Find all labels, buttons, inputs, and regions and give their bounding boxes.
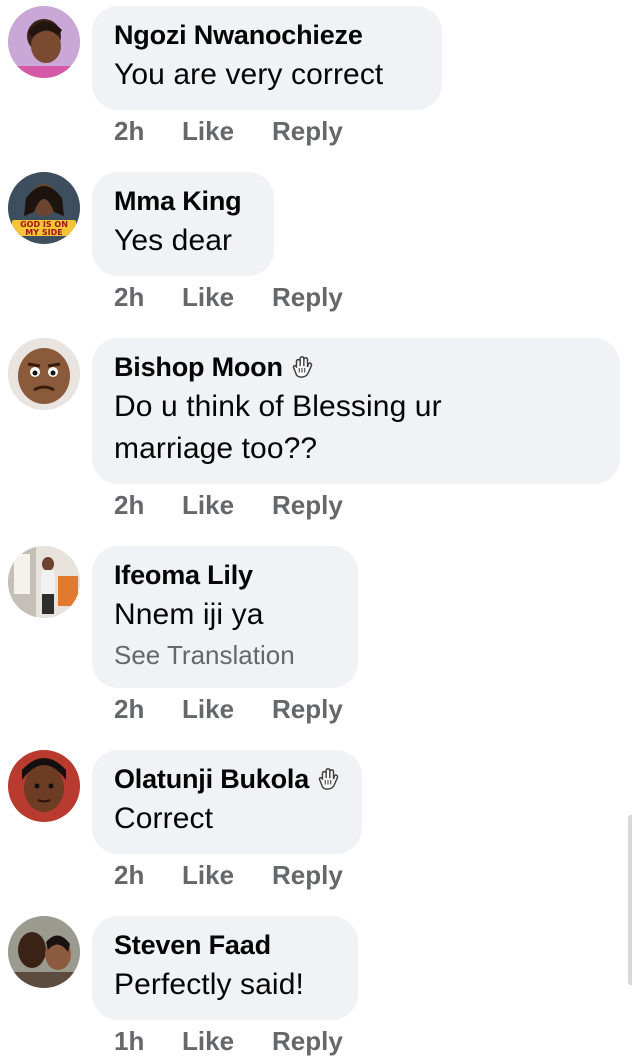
comment-actions: 2h Like Reply (114, 116, 343, 146)
avatar-image: GOD IS ON MY SIDE (8, 172, 80, 244)
comment-actions: 2h Like Reply (114, 694, 343, 724)
comment-text: Yes dear (114, 224, 233, 257)
commenter-name[interactable]: Bishop Moon (114, 350, 594, 384)
see-translation-link[interactable]: See Translation (114, 638, 332, 672)
comment-text: Nnem iji ya (114, 598, 264, 631)
reply-button[interactable]: Reply (272, 282, 343, 312)
comment-bubble: Ifeoma Lily Nnem iji ya See Translation (92, 546, 358, 688)
commenter-name-text[interactable]: Bishop Moon (114, 350, 283, 384)
avatar-image (8, 916, 80, 988)
commenter-name[interactable]: Olatunji Bukola (114, 762, 339, 796)
avatar-caption-line2: MY SIDE (25, 228, 62, 237)
comment-bubble: Bishop Moon Do u think of Blessing ur ma… (92, 338, 620, 484)
reply-button[interactable]: Reply (272, 860, 343, 890)
comment-text: Correct (114, 802, 214, 835)
comment-actions: 2h Like Reply (114, 282, 343, 312)
like-button[interactable]: Like (182, 860, 272, 890)
avatar-image (8, 546, 80, 618)
avatar-image (8, 338, 80, 410)
wave-hand-icon (291, 356, 313, 378)
like-button[interactable]: Like (182, 116, 272, 146)
avatar[interactable] (8, 338, 80, 410)
comment-bubble: Olatunji Bukola Correct (92, 750, 362, 854)
commenter-name[interactable]: Mma King (114, 184, 248, 218)
reply-button[interactable]: Reply (272, 1026, 343, 1056)
comment-timestamp[interactable]: 2h (114, 116, 182, 146)
scroll-indicator[interactable] (628, 815, 632, 985)
reply-button[interactable]: Reply (272, 490, 343, 520)
comment-actions: 2h Like Reply (114, 490, 343, 520)
comment-text: Do u think of Blessing ur marriage too?? (114, 390, 442, 465)
reply-button[interactable]: Reply (272, 694, 343, 724)
commenter-name-text[interactable]: Mma King (114, 184, 242, 218)
commenter-name-text[interactable]: Ifeoma Lily (114, 558, 253, 592)
comment-bubble: Mma King Yes dear (92, 172, 274, 276)
comment-timestamp[interactable]: 1h (114, 1026, 182, 1056)
wave-hand-icon (317, 768, 339, 790)
comment-timestamp[interactable]: 2h (114, 282, 182, 312)
like-button[interactable]: Like (182, 282, 272, 312)
comment-timestamp[interactable]: 2h (114, 860, 182, 890)
avatar[interactable] (8, 546, 80, 618)
like-button[interactable]: Like (182, 490, 272, 520)
comment-actions: 2h Like Reply (114, 860, 343, 890)
avatar-image (8, 6, 80, 78)
commenter-name[interactable]: Steven Faad (114, 928, 332, 962)
comment-timestamp[interactable]: 2h (114, 694, 182, 724)
commenter-name-text[interactable]: Olatunji Bukola (114, 762, 309, 796)
reply-button[interactable]: Reply (272, 116, 343, 146)
avatar[interactable] (8, 6, 80, 78)
avatar[interactable] (8, 916, 80, 988)
commenter-name[interactable]: Ifeoma Lily (114, 558, 332, 592)
comment-actions: 1h Like Reply (114, 1026, 343, 1056)
like-button[interactable]: Like (182, 694, 272, 724)
comment-bubble: Steven Faad Perfectly said! (92, 916, 358, 1020)
commenter-name-text[interactable]: Ngozi Nwanochieze (114, 18, 363, 52)
comment-timestamp[interactable]: 2h (114, 490, 182, 520)
commenter-name[interactable]: Ngozi Nwanochieze (114, 18, 416, 52)
comment-text: Perfectly said! (114, 968, 304, 1001)
avatar[interactable] (8, 750, 80, 822)
commenter-name-text[interactable]: Steven Faad (114, 928, 271, 962)
comment-bubble: Ngozi Nwanochieze You are very correct (92, 6, 442, 110)
comment-text: You are very correct (114, 58, 384, 91)
like-button[interactable]: Like (182, 1026, 272, 1056)
avatar-image (8, 750, 80, 822)
avatar[interactable]: GOD IS ON MY SIDE (8, 172, 80, 244)
